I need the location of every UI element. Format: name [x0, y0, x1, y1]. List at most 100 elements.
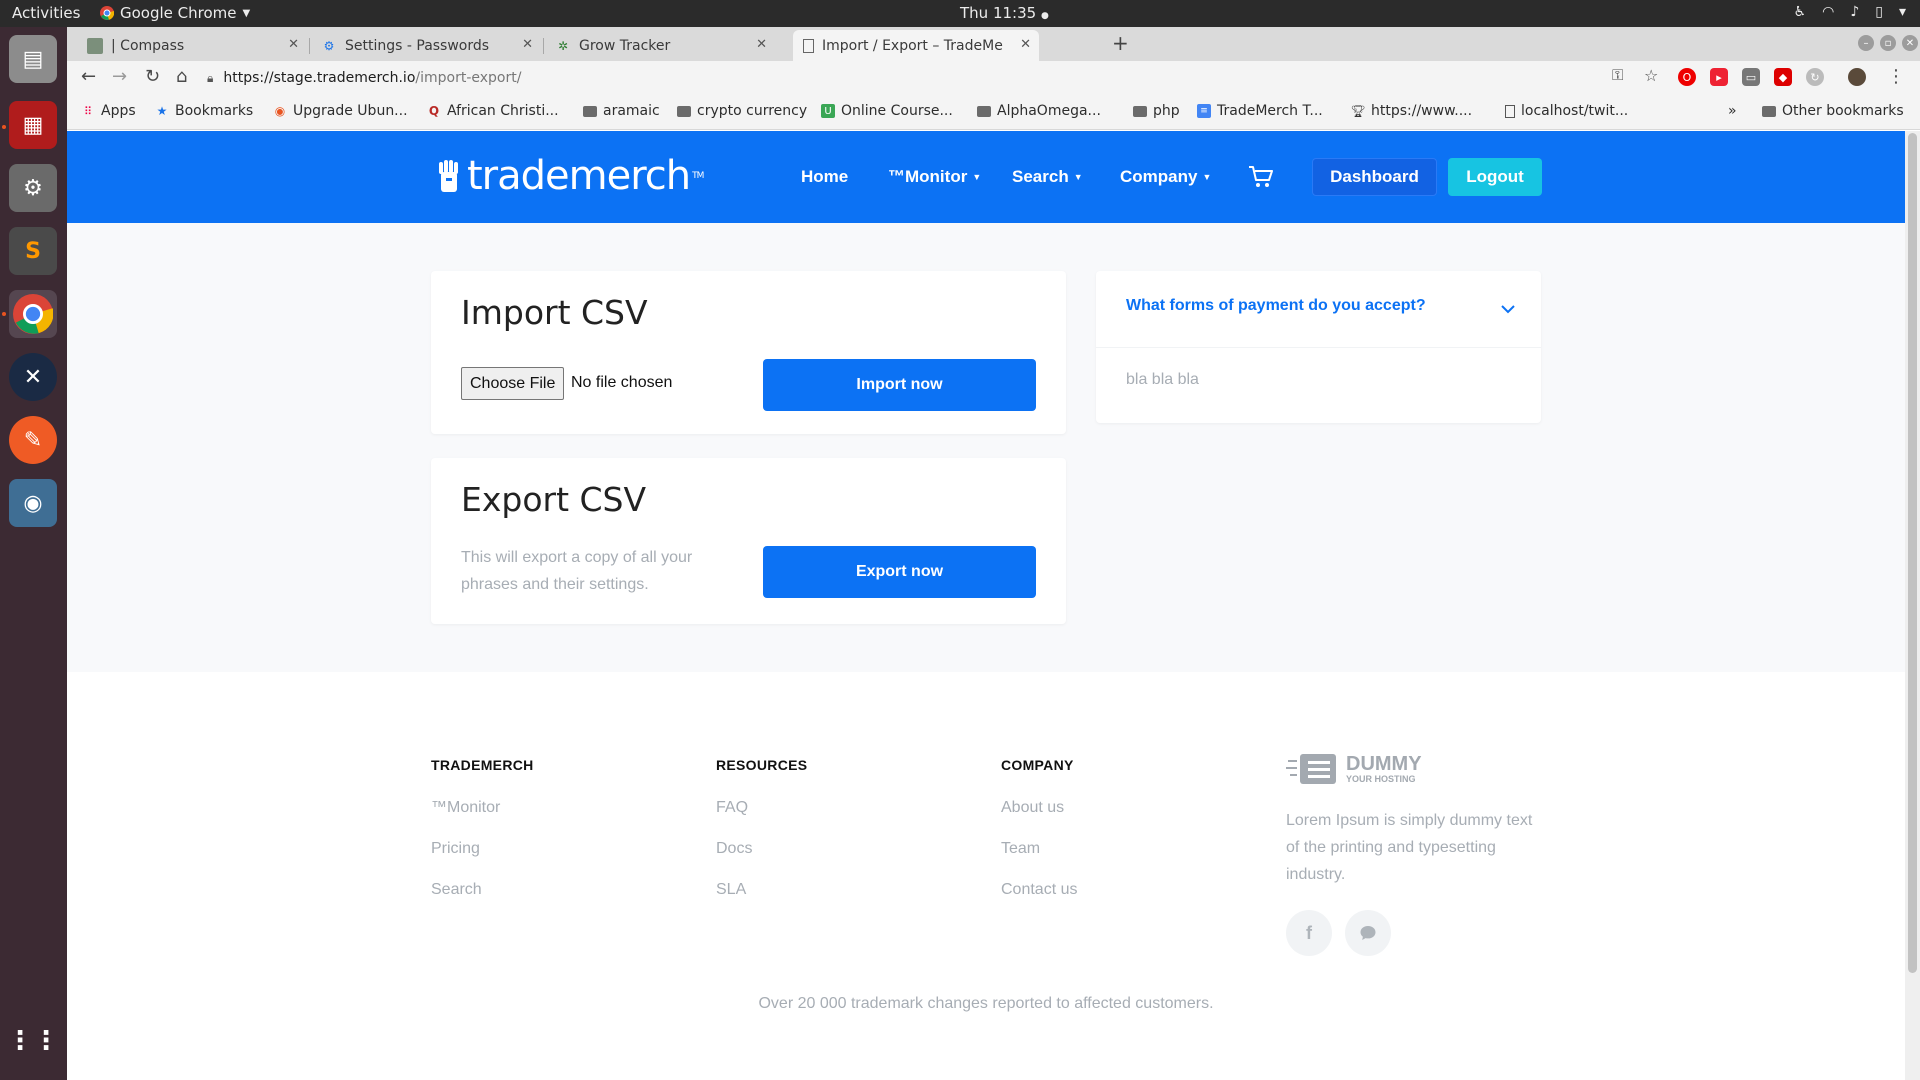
footer-link-team[interactable]: Team [1001, 840, 1040, 858]
address-bar[interactable]: 🔒︎ https://stage.trademerch.io/import-ex… [207, 64, 1687, 92]
app-menu[interactable]: Google Chrome ▼ [100, 4, 250, 22]
chrome-app-icon[interactable] [9, 290, 57, 338]
accessibility-icon[interactable]: ♿ [1794, 4, 1807, 20]
lock-icon[interactable]: 🔒︎ [207, 71, 213, 86]
tab-import-export[interactable]: Import / Export – TradeMe ✕ [793, 30, 1039, 61]
bookmark-aramaic[interactable]: aramaic [583, 103, 660, 119]
bookmark-upgrade-ubuntu[interactable]: ◉ Upgrade Ubun... [273, 103, 408, 119]
bookmark-crypto-currency[interactable]: crypto currency [677, 103, 807, 119]
footer-link-about-us[interactable]: About us [1001, 799, 1064, 817]
volume-icon[interactable]: ♪ [1850, 4, 1859, 20]
back-button[interactable]: ← [81, 66, 96, 87]
footer-link-sla[interactable]: SLA [716, 881, 746, 899]
footer-brand-logo[interactable]: DUMMY YOUR HOSTING [1286, 752, 1422, 786]
bookmark-trademerch[interactable]: ≡ TradeMerch T... [1197, 103, 1323, 119]
close-tab-icon[interactable]: ✕ [1020, 37, 1031, 52]
star-icon[interactable]: ☆ [1644, 66, 1658, 85]
recorder-extension-icon[interactable]: ▸ [1710, 68, 1728, 86]
activities-button[interactable]: Activities [12, 4, 80, 22]
caret-down-icon: ▼ [1202, 172, 1212, 182]
extension-icon[interactable]: ▭ [1742, 68, 1760, 86]
files-app-icon[interactable]: ▤ [9, 35, 57, 83]
footer-brand-sub: YOUR HOSTING [1346, 774, 1416, 784]
tab-settings-passwords[interactable]: ⚙ Settings - Passwords ✕ [311, 30, 541, 61]
bookmark-apps[interactable]: ⠿ Apps [81, 103, 136, 119]
bookmark-label: localhost/twit... [1521, 103, 1629, 119]
terminal-app-icon[interactable]: ▦ [9, 101, 57, 149]
maximize-window-button[interactable]: ▫ [1880, 35, 1896, 51]
faq-question: What forms of payment do you accept? [1126, 297, 1426, 314]
close-tab-icon[interactable]: ✕ [756, 37, 767, 52]
chevron-down-icon [1501, 305, 1515, 314]
bookmark-african-christi[interactable]: Q African Christi... [427, 103, 559, 119]
opera-extension-icon[interactable]: O [1678, 68, 1696, 86]
show-applications-icon[interactable]: ⋮⋮ [7, 1017, 59, 1065]
bookmark-alphaomega[interactable]: AlphaOmega... [977, 103, 1101, 119]
nav-monitor-label: ™Monitor [888, 167, 968, 186]
compass-favicon-icon [87, 37, 103, 54]
footer-link-pricing[interactable]: Pricing [431, 840, 480, 858]
minimize-window-button[interactable]: – [1858, 35, 1874, 51]
facebook-icon[interactable]: f [1286, 910, 1332, 956]
profile-avatar[interactable] [1848, 68, 1866, 86]
bookmark-localhost-twit[interactable]: localhost/twit... [1505, 103, 1628, 119]
dashboard-button[interactable]: Dashboard [1312, 158, 1437, 196]
bookmarks-overflow-button[interactable]: » [1728, 103, 1737, 119]
scrollbar-thumb[interactable] [1908, 133, 1917, 973]
forward-button[interactable]: → [112, 66, 127, 87]
new-tab-button[interactable]: + [1112, 31, 1129, 55]
footer-link-docs[interactable]: Docs [716, 840, 752, 858]
page-scrollbar[interactable] [1905, 131, 1920, 1080]
chat-icon[interactable] [1345, 910, 1391, 956]
footer-link-search[interactable]: Search [431, 881, 482, 899]
nav-company[interactable]: Company ▼ [1120, 167, 1211, 187]
sublime-text-icon[interactable]: S [9, 227, 57, 275]
cart-icon[interactable] [1248, 165, 1274, 189]
ubuntu-software-icon[interactable]: ◉ [9, 479, 57, 527]
footer-col-resources-title: RESOURCES [716, 757, 808, 773]
site-logo[interactable]: trademerch TM [435, 153, 704, 199]
home-button[interactable]: ⌂ [176, 66, 187, 87]
bookmark-label: African Christi... [447, 103, 559, 119]
bookmark-online-courses[interactable]: U Online Course... [821, 103, 953, 119]
other-bookmarks[interactable]: Other bookmarks [1762, 103, 1904, 119]
bookmark-https-www[interactable]: 🏆︎ https://www.... [1350, 103, 1472, 119]
close-window-button[interactable]: ✕ [1902, 35, 1918, 51]
settings-app-icon[interactable]: ⚙ [9, 164, 57, 212]
tab-grow-tracker[interactable]: ✲ Grow Tracker ✕ [545, 30, 775, 61]
nav-search-label: Search [1012, 167, 1069, 186]
bookmark-bookmarks[interactable]: ★ Bookmarks [155, 103, 254, 119]
sync-extension-icon[interactable]: ↻ [1806, 68, 1824, 86]
footer-link-faq[interactable]: FAQ [716, 799, 748, 817]
footer-link-monitor[interactable]: ™Monitor [431, 799, 500, 817]
postman-app-icon[interactable]: ✎ [9, 416, 57, 464]
faq-question-row[interactable]: What forms of payment do you accept? [1096, 271, 1541, 347]
system-tray[interactable]: ♿ ◠ ♪ ▯ ▾ [1794, 4, 1906, 20]
bookmark-php[interactable]: php [1133, 103, 1180, 119]
nav-home[interactable]: Home [801, 167, 848, 187]
footer-link-contact-us[interactable]: Contact us [1001, 881, 1077, 899]
close-tab-icon[interactable]: ✕ [288, 37, 299, 52]
nav-monitor[interactable]: ™Monitor ▼ [888, 167, 981, 187]
close-tab-icon[interactable]: ✕ [522, 37, 533, 52]
tab-compass[interactable]: | Compass ✕ [77, 30, 307, 61]
wifi-icon[interactable]: ◠ [1822, 4, 1834, 20]
kodi-app-icon[interactable]: ✕ [9, 353, 57, 401]
app-menu-caret-icon: ▼ [242, 7, 251, 19]
shield-extension-icon[interactable]: ◆ [1774, 68, 1792, 86]
battery-icon[interactable]: ▯ [1875, 4, 1883, 20]
menu-kebab-icon[interactable]: ⋮ [1887, 66, 1905, 87]
notification-dot-icon: ● [1040, 11, 1049, 21]
import-now-button[interactable]: Import now [763, 359, 1036, 411]
clock[interactable]: Thu 11:35 ● [960, 4, 1049, 22]
nav-search[interactable]: Search ▼ [1012, 167, 1083, 187]
bookmark-label: AlphaOmega... [997, 103, 1101, 119]
logout-button[interactable]: Logout [1448, 158, 1542, 196]
bookmark-label: Upgrade Ubun... [293, 103, 408, 119]
key-icon[interactable]: ⚿ [1612, 66, 1623, 84]
reload-button[interactable]: ↻ [145, 66, 160, 87]
export-now-button[interactable]: Export now [763, 546, 1036, 598]
clock-text: Thu 11:35 [960, 4, 1037, 22]
choose-file-button[interactable]: Choose File [461, 367, 565, 400]
power-menu-icon[interactable]: ▾ [1899, 4, 1906, 20]
